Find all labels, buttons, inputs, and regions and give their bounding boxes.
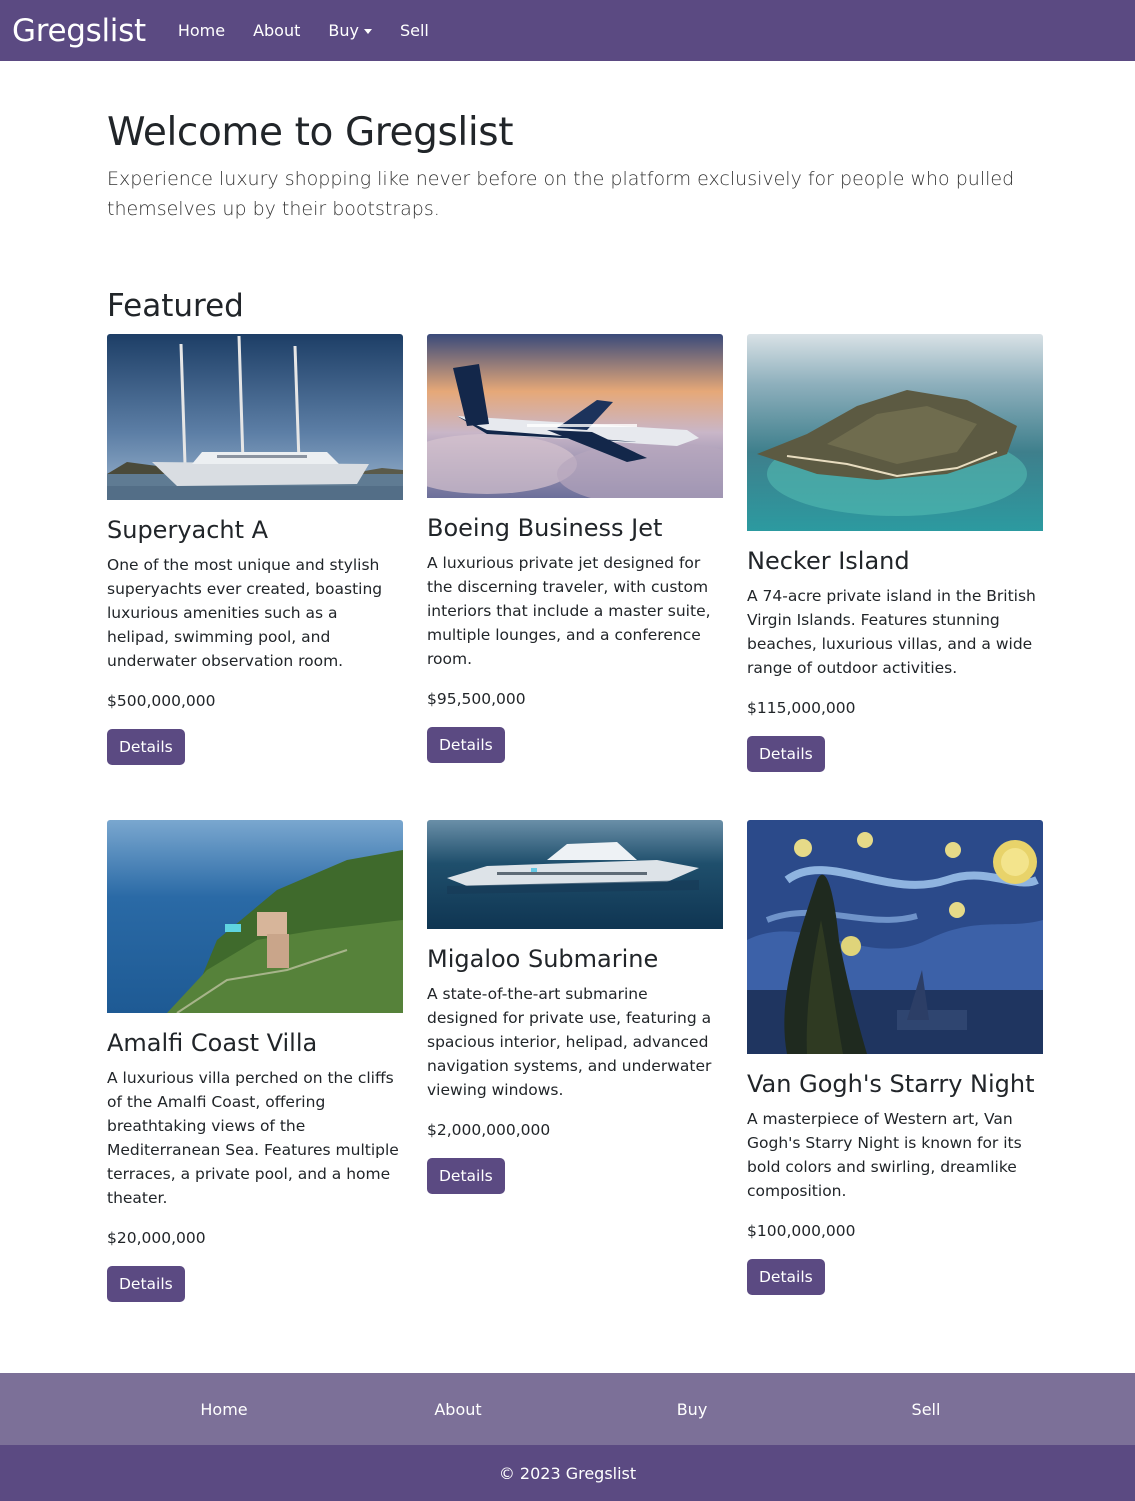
footer-bottom-bar: © 2023 Gregslist (0, 1445, 1135, 1501)
details-button[interactable]: Details (427, 727, 505, 763)
listing-card: Boeing Business Jet A luxurious private … (427, 334, 723, 763)
nav-link-home[interactable]: Home (164, 21, 239, 40)
card-description: A masterpiece of Western art, Van Gogh's… (747, 1110, 1022, 1200)
footer-link-buy[interactable]: Buy (677, 1400, 708, 1419)
card-description: A luxurious villa perched on the cliffs … (107, 1069, 399, 1207)
card-price: $115,000,000 (747, 699, 856, 717)
card-title: Van Gogh's Starry Night (747, 1070, 1035, 1098)
card-title: Migaloo Submarine (427, 945, 659, 973)
card-price: $95,500,000 (427, 690, 526, 708)
nav-link-sell[interactable]: Sell (386, 21, 443, 40)
caret-down-icon (363, 29, 372, 34)
brand-logo[interactable]: Gregslist (12, 13, 146, 49)
card-description: A luxurious private jet designed for the… (427, 554, 711, 668)
footer-link-about[interactable]: About (434, 1400, 481, 1419)
nav-dropdown-buy[interactable]: Buy (314, 21, 386, 40)
listing-card: Van Gogh's Starry Night A masterpiece of… (747, 820, 1043, 1295)
submarine-image (427, 820, 723, 929)
card-price: $100,000,000 (747, 1222, 856, 1240)
nav-links: Home About Buy Sell (164, 21, 443, 40)
card-description: A state-of-the-art submarine designed fo… (427, 985, 712, 1099)
hero-section: Welcome to Gregslist Experience luxury s… (107, 108, 1027, 224)
top-navbar: Gregslist Home About Buy Sell (0, 0, 1135, 61)
featured-heading: Featured (107, 288, 244, 324)
card-price: $2,000,000,000 (427, 1121, 551, 1139)
details-button[interactable]: Details (747, 736, 825, 772)
hero-lead: Experience luxury shopping like never be… (107, 168, 1015, 220)
details-button[interactable]: Details (107, 729, 185, 765)
superyacht-image (107, 334, 403, 500)
island-image (747, 334, 1043, 531)
card-title: Necker Island (747, 547, 910, 575)
details-button[interactable]: Details (107, 1266, 185, 1302)
card-price: $500,000,000 (107, 692, 216, 710)
listing-card: Amalfi Coast Villa A luxurious villa per… (107, 820, 403, 1302)
copyright-text: © 2023 Gregslist (498, 1463, 637, 1483)
listing-card: Migaloo Submarine A state-of-the-art sub… (427, 820, 723, 1194)
card-price: $20,000,000 (107, 1229, 206, 1247)
listing-card: Superyacht A One of the most unique and … (107, 334, 403, 765)
details-button[interactable]: Details (427, 1158, 505, 1194)
footer-link-sell[interactable]: Sell (912, 1400, 941, 1419)
nav-link-about[interactable]: About (239, 21, 314, 40)
card-title: Amalfi Coast Villa (107, 1029, 318, 1057)
card-title: Superyacht A (107, 516, 269, 544)
painting-image (747, 820, 1043, 1054)
private-jet-image (427, 334, 723, 498)
details-button[interactable]: Details (747, 1259, 825, 1295)
footer-link-home[interactable]: Home (200, 1400, 247, 1419)
card-title: Boeing Business Jet (427, 514, 663, 542)
page-title: Welcome to Gregslist (107, 110, 514, 155)
nav-dropdown-buy-label: Buy (328, 21, 359, 40)
card-description: One of the most unique and stylish super… (107, 556, 383, 670)
footer-nav: Home About Buy Sell (0, 1373, 1135, 1445)
card-description: A 74-acre private island in the British … (747, 587, 1036, 677)
listing-card: Necker Island A 74-acre private island i… (747, 334, 1043, 772)
villa-image (107, 820, 403, 1013)
